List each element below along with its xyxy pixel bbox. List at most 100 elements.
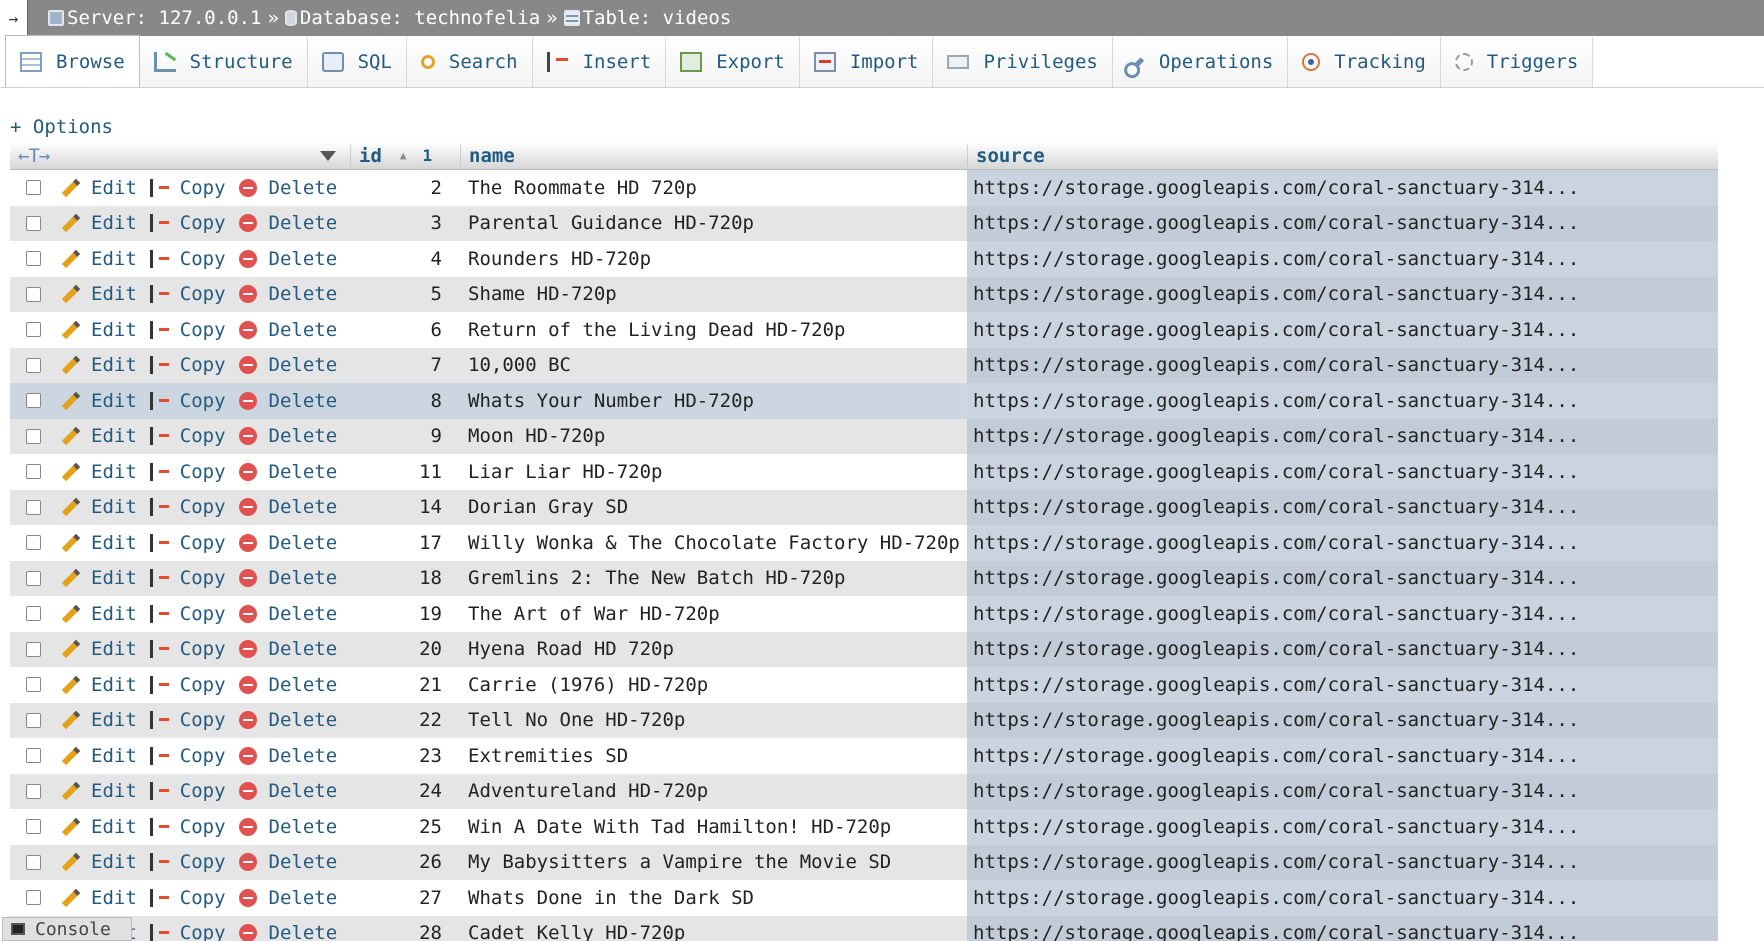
row-checkbox[interactable] — [26, 641, 41, 657]
cell-id[interactable]: 17 — [350, 532, 460, 554]
table-row[interactable]: Edit Copy Delete 17 Willy Wonka & The Ch… — [10, 525, 1718, 561]
delete-button[interactable]: Delete — [226, 532, 337, 554]
tab-structure[interactable]: Structure — [139, 37, 308, 87]
cell-source[interactable]: https://storage.googleapis.com/coral-san… — [967, 773, 1718, 809]
breadcrumb-database[interactable]: Database: technofelia — [284, 7, 540, 29]
sort-ascending-icon[interactable]: ▲ — [400, 149, 407, 162]
cell-id[interactable]: 22 — [350, 709, 460, 731]
copy-button[interactable]: Copy — [137, 816, 226, 838]
cell-id[interactable]: 6 — [350, 319, 460, 341]
edit-button[interactable]: Edit — [61, 603, 137, 625]
table-row[interactable]: Edit Copy Delete 24 Adventureland HD-720… — [10, 773, 1718, 809]
cell-id[interactable]: 5 — [350, 283, 460, 305]
edit-button[interactable]: Edit — [61, 425, 137, 447]
row-checkbox[interactable] — [26, 783, 41, 799]
row-checkbox[interactable] — [26, 819, 41, 835]
tab-tracking[interactable]: Tracking — [1288, 37, 1441, 87]
delete-button[interactable]: Delete — [226, 887, 337, 909]
table-row[interactable]: Edit Copy Delete 26 My Babysitters a Vam… — [10, 844, 1718, 880]
table-row[interactable]: Edit Copy Delete 5 Shame HD-720p https:/… — [10, 276, 1718, 312]
table-row[interactable]: Edit Copy Delete 4 Rounders HD-720p http… — [10, 241, 1718, 277]
table-row[interactable]: Edit Copy Delete 19 The Art of War HD-72… — [10, 596, 1718, 632]
tab-privileges[interactable]: Privileges — [933, 37, 1113, 87]
cell-source[interactable]: https://storage.googleapis.com/coral-san… — [967, 454, 1718, 490]
console-button[interactable]: Console — [2, 917, 132, 941]
options-toggle[interactable]: + Options — [10, 116, 113, 138]
row-checkbox[interactable] — [26, 712, 41, 728]
cell-name[interactable]: The Roommate HD 720p — [460, 177, 967, 199]
dropdown-arrow-icon[interactable] — [320, 150, 336, 161]
table-row[interactable]: Edit Copy Delete 6 Return of the Living … — [10, 312, 1718, 348]
edit-button[interactable]: Edit — [61, 390, 137, 412]
cell-name[interactable]: Liar Liar HD-720p — [460, 461, 967, 483]
edit-button[interactable]: Edit — [61, 177, 137, 199]
copy-button[interactable]: Copy — [137, 496, 226, 518]
copy-button[interactable]: Copy — [137, 319, 226, 341]
cell-name[interactable]: The Art of War HD-720p — [460, 603, 967, 625]
edit-button[interactable]: Edit — [61, 851, 137, 873]
cell-source[interactable]: https://storage.googleapis.com/coral-san… — [967, 205, 1718, 241]
table-row[interactable]: Edit Copy Delete 18 Gremlins 2: The New … — [10, 560, 1718, 596]
copy-button[interactable]: Copy — [137, 390, 226, 412]
delete-button[interactable]: Delete — [226, 567, 337, 589]
copy-button[interactable]: Copy — [137, 425, 226, 447]
copy-button[interactable]: Copy — [137, 922, 226, 941]
cell-source[interactable]: https://storage.googleapis.com/coral-san… — [967, 738, 1718, 774]
cell-name[interactable]: 10,000 BC — [460, 354, 967, 376]
breadcrumb-database-label[interactable]: Database: technofelia — [300, 7, 540, 29]
cell-id[interactable]: 11 — [350, 461, 460, 483]
cell-source[interactable]: https://storage.googleapis.com/coral-san… — [967, 809, 1718, 845]
cell-id[interactable]: 28 — [350, 922, 460, 941]
delete-button[interactable]: Delete — [226, 354, 337, 376]
cell-name[interactable]: Rounders HD-720p — [460, 248, 967, 270]
delete-button[interactable]: Delete — [226, 674, 337, 696]
delete-button[interactable]: Delete — [226, 780, 337, 802]
tab-browse[interactable]: Browse — [5, 35, 140, 87]
cell-source[interactable]: https://storage.googleapis.com/coral-san… — [967, 844, 1718, 880]
cell-name[interactable]: Return of the Living Dead HD-720p — [460, 319, 967, 341]
cell-name[interactable]: Adventureland HD-720p — [460, 780, 967, 802]
cell-id[interactable]: 14 — [350, 496, 460, 518]
delete-button[interactable]: Delete — [226, 425, 337, 447]
column-resize-arrows-icon[interactable]: ←T→ — [18, 145, 50, 167]
column-id-label[interactable]: id — [359, 145, 382, 167]
row-checkbox[interactable] — [26, 606, 41, 622]
copy-button[interactable]: Copy — [137, 709, 226, 731]
cell-id[interactable]: 2 — [350, 177, 460, 199]
column-header-id[interactable]: id ▲ 1 — [350, 144, 460, 167]
table-row[interactable]: Edit Copy Delete 14 Dorian Gray SD https… — [10, 489, 1718, 525]
edit-button[interactable]: Edit — [61, 248, 137, 270]
tab-operations[interactable]: Operations — [1112, 37, 1289, 87]
table-row[interactable]: Edit Copy Delete 3 Parental Guidance HD-… — [10, 205, 1718, 241]
edit-button[interactable]: Edit — [61, 532, 137, 554]
copy-button[interactable]: Copy — [137, 780, 226, 802]
cell-id[interactable]: 24 — [350, 780, 460, 802]
copy-button[interactable]: Copy — [137, 745, 226, 767]
cell-name[interactable]: My Babysitters a Vampire the Movie SD — [460, 851, 967, 873]
row-checkbox[interactable] — [26, 393, 41, 409]
delete-button[interactable]: Delete — [226, 603, 337, 625]
cell-name[interactable]: Win A Date With Tad Hamilton! HD-720p — [460, 816, 967, 838]
cell-source[interactable]: https://storage.googleapis.com/coral-san… — [967, 525, 1718, 561]
row-checkbox[interactable] — [26, 535, 41, 551]
cell-source[interactable]: https://storage.googleapis.com/coral-san… — [967, 667, 1718, 703]
cell-source[interactable]: https://storage.googleapis.com/coral-san… — [967, 880, 1718, 916]
table-row[interactable]: Edit Copy Delete 7 10,000 BC https://sto… — [10, 347, 1718, 383]
edit-button[interactable]: Edit — [61, 354, 137, 376]
cell-name[interactable]: Carrie (1976) HD-720p — [460, 674, 967, 696]
table-row[interactable]: Edit Copy Delete 8 Whats Your Number HD-… — [10, 383, 1718, 419]
edit-button[interactable]: Edit — [61, 709, 137, 731]
cell-source[interactable]: https://storage.googleapis.com/coral-san… — [967, 170, 1718, 206]
delete-button[interactable]: Delete — [226, 461, 337, 483]
cell-id[interactable]: 23 — [350, 745, 460, 767]
delete-button[interactable]: Delete — [226, 248, 337, 270]
row-checkbox[interactable] — [26, 286, 41, 302]
table-row[interactable]: Edit Copy Delete 2 The Roommate HD 720p … — [10, 170, 1718, 206]
table-row[interactable]: Edit Copy Delete 25 Win A Date With Tad … — [10, 809, 1718, 845]
delete-button[interactable]: Delete — [226, 745, 337, 767]
cell-name[interactable]: Willy Wonka & The Chocolate Factory HD-7… — [460, 532, 967, 554]
cell-source[interactable]: https://storage.googleapis.com/coral-san… — [967, 631, 1718, 667]
cell-name[interactable]: Moon HD-720p — [460, 425, 967, 447]
delete-button[interactable]: Delete — [226, 319, 337, 341]
breadcrumb-server-label[interactable]: Server: 127.0.0.1 — [67, 7, 261, 29]
